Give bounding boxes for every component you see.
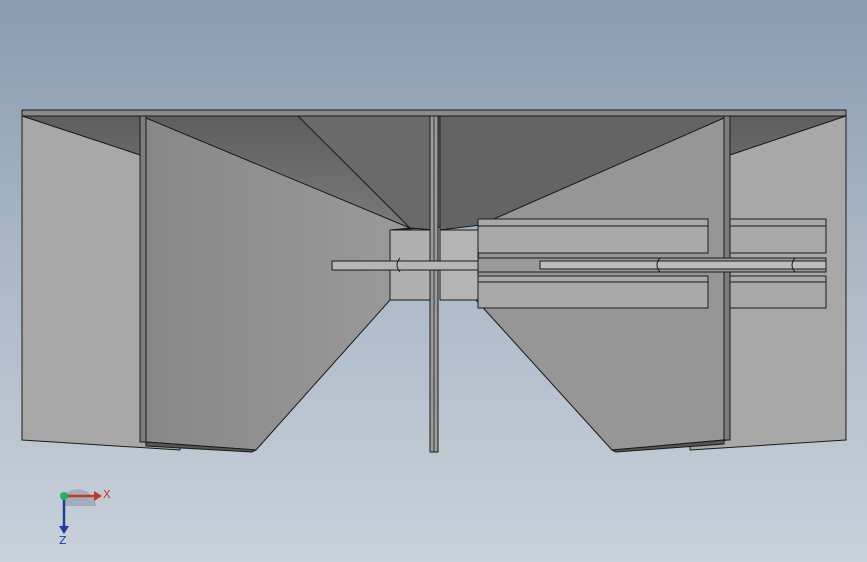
triad-arc [64,489,96,506]
x-axis-label: X [103,488,111,501]
lower-rail-outer [729,275,827,309]
lower-rail-inner [477,275,709,309]
top-rim-plate [21,109,847,117]
y-axis-dot-icon [60,492,68,500]
x-axis-arrow-icon [94,491,102,501]
left-plate-edge [139,115,147,443]
right-plate-edge [723,115,731,441]
slot-rod-inner [539,260,827,270]
z-axis-label: Z [59,534,67,547]
z-axis-arrow-icon [59,526,69,534]
coordinate-triad: X Z [40,478,130,548]
upper-rail-outer [729,218,827,254]
graphics-viewport[interactable]: X Z [0,0,867,562]
model-view[interactable] [0,0,867,562]
upper-rail-inner [477,218,709,254]
